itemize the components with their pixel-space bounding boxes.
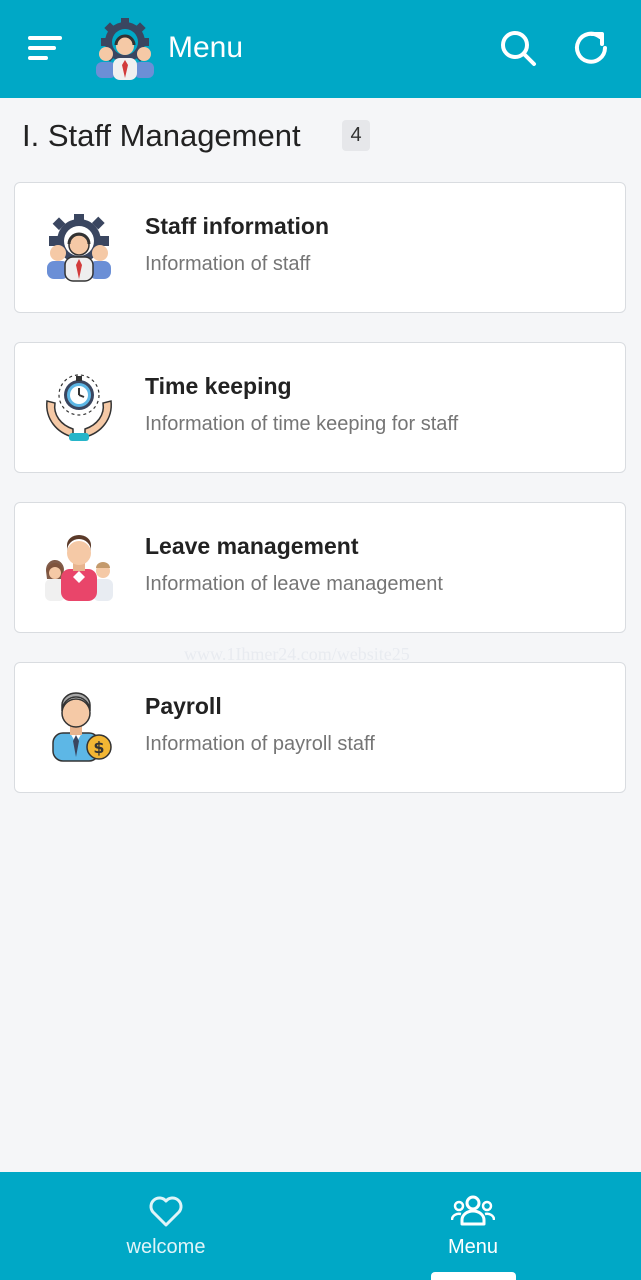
section-count-badge: 4 — [342, 120, 370, 151]
card-title: Leave management — [145, 533, 359, 559]
staff-gear-icon — [47, 214, 111, 282]
card-title: Payroll — [145, 693, 222, 719]
app-title: Menu — [168, 31, 244, 64]
bottom-navigation-bar: welcome Menu — [0, 1172, 641, 1280]
card-description: Information of staff — [145, 253, 311, 275]
menu-card-leave-management[interactable]: Leave management Information of leave ma… — [14, 502, 626, 633]
stopwatch-hands-icon — [46, 374, 112, 441]
heart-icon — [149, 1196, 183, 1227]
card-title: Staff information — [145, 213, 329, 239]
tab-label: welcome — [126, 1236, 206, 1258]
card-title: Time keeping — [145, 373, 292, 399]
payroll-employee-icon: $ — [52, 692, 112, 762]
card-description: Information of leave management — [145, 573, 443, 595]
tab-label: Menu — [447, 1236, 499, 1258]
hamburger-menu-icon[interactable] — [28, 36, 64, 64]
menu-card-time-keeping[interactable]: Time keeping Information of time keeping… — [14, 342, 626, 473]
card-description: Information of time keeping for staff — [145, 413, 459, 435]
card-description: Information of payroll staff — [145, 733, 375, 755]
users-group-icon — [451, 1195, 495, 1226]
active-tab-indicator — [431, 1272, 516, 1280]
svg-text:$: $ — [93, 738, 104, 757]
section-title: I. Staff Management — [22, 118, 301, 153]
tab-welcome[interactable]: welcome — [6, 1172, 326, 1280]
menu-card-staff-information[interactable]: Staff information Information of staff — [14, 182, 626, 313]
team-people-icon — [45, 535, 113, 601]
staff-gear-logo-icon — [96, 18, 154, 80]
tab-menu[interactable]: Menu — [313, 1172, 633, 1280]
top-app-bar: Menu — [0, 0, 641, 98]
search-icon[interactable] — [498, 28, 538, 68]
refresh-icon[interactable] — [572, 28, 612, 68]
menu-card-payroll[interactable]: $ Payroll Information of payroll staff — [14, 662, 626, 793]
